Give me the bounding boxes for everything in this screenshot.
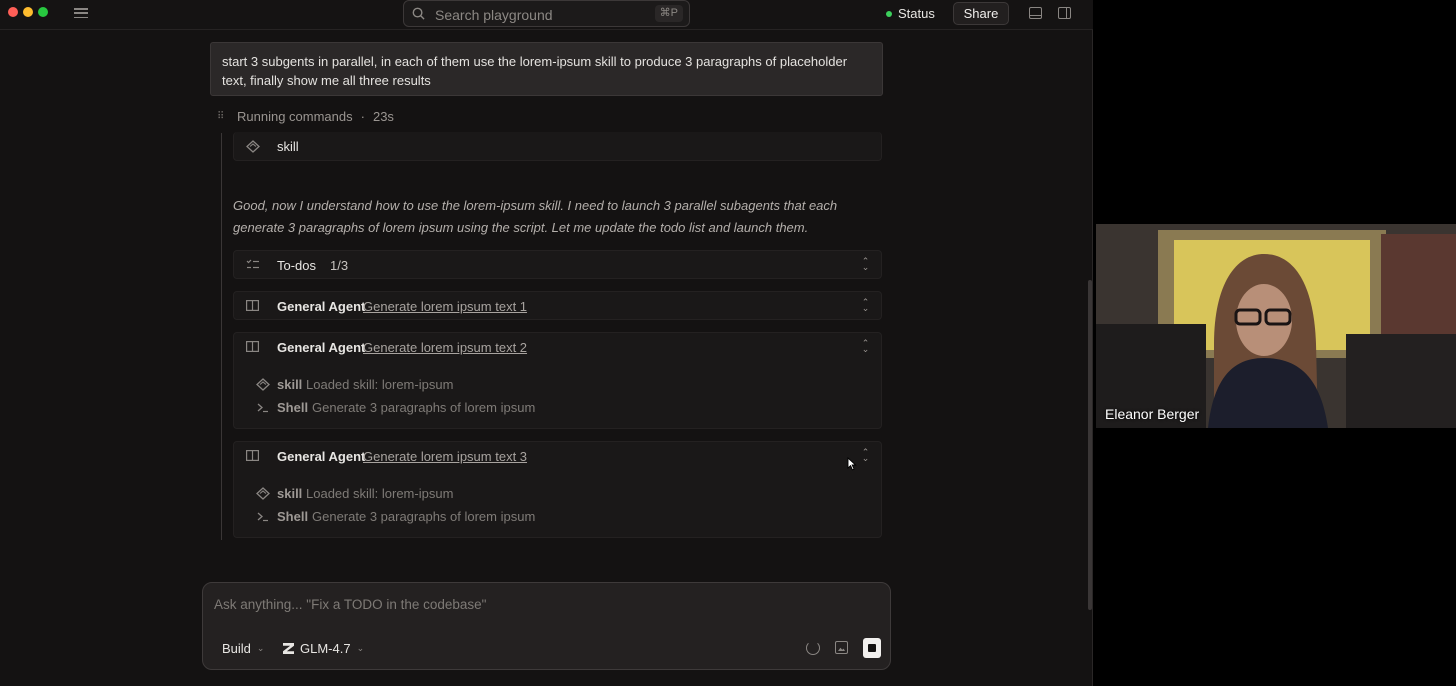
todos-count: 1/3	[330, 258, 349, 273]
book-icon	[246, 300, 259, 311]
thread-line	[221, 133, 222, 540]
webcam-image	[1096, 224, 1456, 428]
agent-label: General Agent	[277, 299, 366, 314]
close-window-button[interactable]	[8, 7, 18, 17]
step-desc: Loaded skill: lorem-ipsum	[306, 486, 454, 501]
search-icon	[412, 7, 425, 20]
user-message: start 3 subgents in parallel, in each of…	[210, 42, 883, 96]
chevron-down-icon: ⌄	[356, 643, 365, 653]
agent-label: General Agent	[277, 340, 366, 355]
search-bar[interactable]: Search playground ⌘P	[403, 0, 690, 27]
running-elapsed: 23s	[372, 109, 394, 124]
app-window: Search playground ⌘P Status Share start …	[0, 0, 1093, 686]
book-icon	[246, 450, 259, 461]
step-name: skill	[277, 486, 303, 501]
scrollbar[interactable]	[1088, 280, 1092, 610]
bottom-panel-toggle-icon[interactable]	[1029, 7, 1042, 19]
assistant-reasoning: Good, now I understand how to use the lo…	[233, 198, 838, 235]
agent-task-link[interactable]: Generate lorem ipsum text 1	[363, 299, 527, 314]
agent-task-link[interactable]: Generate lorem ipsum text 3	[363, 449, 527, 464]
checklist-icon	[246, 259, 259, 269]
menu-icon[interactable]	[74, 8, 88, 19]
terminal-icon	[257, 403, 268, 413]
running-commands-header[interactable]: ⠿ Running commands · 23s	[217, 109, 394, 124]
search-placeholder: Search playground	[435, 7, 553, 23]
expand-chevron-icon[interactable]: ⌃ ⌄	[861, 448, 870, 463]
composer[interactable]: Ask anything... "Fix a TODO in the codeb…	[202, 582, 891, 670]
step-name: Shell	[277, 509, 309, 524]
loading-spinner-icon	[806, 641, 820, 655]
expand-chevron-icon[interactable]: ⌃ ⌄	[861, 339, 870, 354]
step-name: Shell	[277, 400, 309, 415]
skill-icon	[256, 487, 270, 500]
terminal-icon	[257, 512, 268, 522]
status-dot-icon	[886, 10, 892, 17]
side-panel-toggle-icon[interactable]	[1058, 7, 1071, 19]
skill-icon	[256, 378, 270, 391]
attach-image-icon[interactable]	[835, 641, 848, 654]
model-select[interactable]: GLM-4.7 ⌄	[283, 641, 364, 656]
step-desc: Generate 3 paragraphs of lorem ipsum	[312, 509, 536, 524]
agent-label: General Agent	[277, 449, 366, 464]
chevron-down-icon: ⌄	[256, 643, 265, 653]
status-label: Status	[898, 6, 935, 21]
search-shortcut: ⌘P	[654, 5, 683, 22]
mouse-cursor-icon	[847, 457, 857, 471]
minimize-window-button[interactable]	[23, 7, 33, 17]
skill-icon	[246, 140, 260, 153]
model-logo-icon	[283, 643, 294, 654]
skill-tool-row[interactable]: skill	[233, 132, 882, 161]
todos-row[interactable]: To-dos 1/3 ⌃ ⌄	[233, 250, 882, 279]
share-button[interactable]: Share	[953, 2, 1009, 25]
agent-task-link[interactable]: Generate lorem ipsum text 2	[363, 340, 527, 355]
video-feed: Eleanor Berger	[1096, 224, 1456, 428]
running-separator: ·	[360, 109, 365, 124]
maximize-window-button[interactable]	[38, 7, 48, 17]
participant-name: Eleanor Berger	[1105, 406, 1200, 422]
mode-label: Build	[222, 641, 251, 656]
step-desc: Generate 3 paragraphs of lorem ipsum	[312, 400, 536, 415]
stop-button[interactable]	[863, 638, 881, 658]
agent-card-3[interactable]: General Agent Generate lorem ipsum text …	[233, 441, 882, 538]
expand-chevron-icon[interactable]: ⌃ ⌄	[861, 257, 870, 272]
mode-select[interactable]: Build ⌄	[222, 641, 264, 656]
step-desc: Loaded skill: lorem-ipsum	[306, 377, 454, 392]
running-label: Running commands	[237, 109, 353, 124]
agent-card-2[interactable]: General Agent Generate lorem ipsum text …	[233, 332, 882, 429]
model-label: GLM-4.7	[300, 641, 351, 656]
running-icon: ⠿	[217, 110, 225, 122]
agent-card-1[interactable]: General Agent Generate lorem ipsum text …	[233, 291, 882, 320]
composer-input[interactable]: Ask anything... "Fix a TODO in the codeb…	[214, 597, 486, 612]
title-bar: Search playground ⌘P Status Share	[0, 0, 1093, 30]
book-icon	[246, 341, 259, 352]
step-name: skill	[277, 377, 303, 392]
expand-chevron-icon[interactable]: ⌃ ⌄	[861, 298, 870, 313]
skill-row-label: skill	[277, 139, 299, 154]
status-button[interactable]: Status	[886, 6, 935, 21]
todos-label: To-dos	[277, 258, 317, 273]
